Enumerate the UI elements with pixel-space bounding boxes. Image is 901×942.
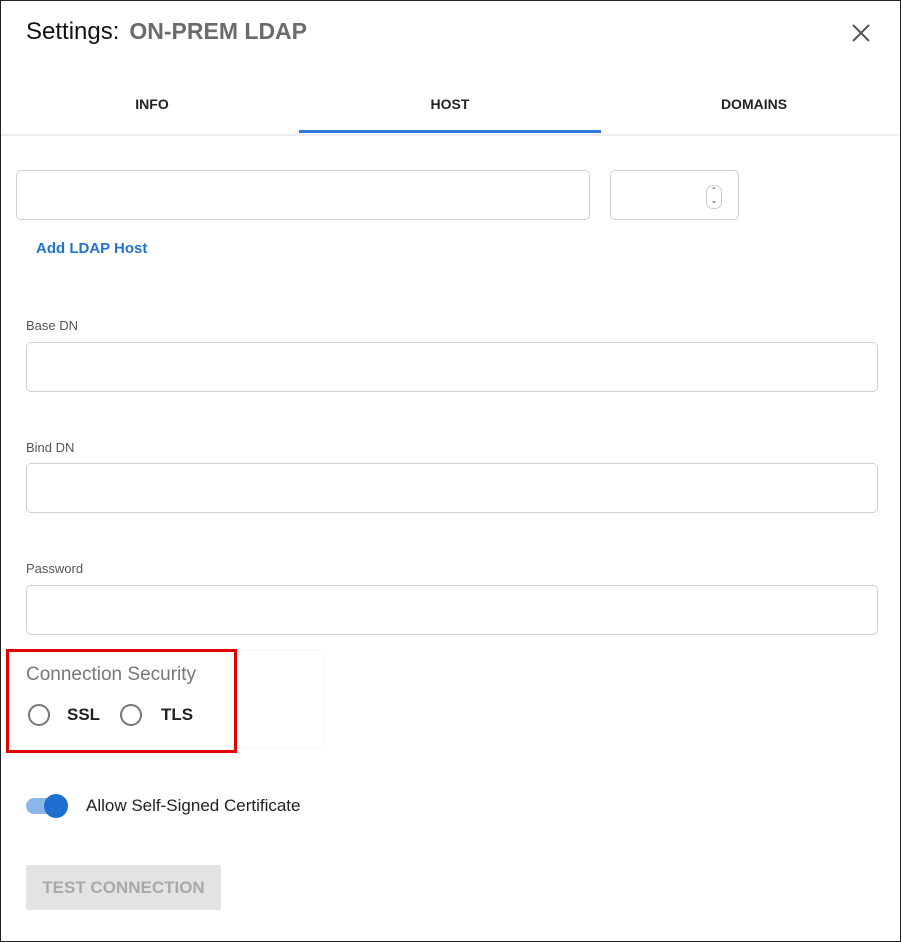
tab-info[interactable]: INFO <box>1 96 303 112</box>
tls-label: TLS <box>161 705 194 724</box>
add-ldap-host-link[interactable]: Add LDAP Host <box>36 240 147 257</box>
connection-name: ON-PREM LDAP <box>129 18 308 44</box>
ldap-host-input[interactable] <box>16 170 590 220</box>
base-dn-label: Base DN <box>26 318 79 333</box>
toggle-knob <box>44 794 68 818</box>
dialog-title: Settings: ON-PREM LDAP <box>26 18 307 46</box>
connection-security-label: Connection Security <box>26 664 197 685</box>
bind-dn-label: Bind DN <box>26 440 75 455</box>
password-label: Password <box>26 561 84 576</box>
password-input[interactable] <box>26 585 878 635</box>
bind-dn-input[interactable] <box>26 463 878 513</box>
tls-radio[interactable] <box>120 704 142 726</box>
ssl-radio[interactable] <box>28 704 50 726</box>
port-stepper-icon[interactable]: ⌃ ⌄ <box>706 185 722 209</box>
hidden-security-option <box>234 650 324 748</box>
title-text: Settings: <box>26 18 120 45</box>
base-dn-input[interactable] <box>26 342 878 392</box>
test-connection-button[interactable]: TEST CONNECTION <box>26 865 221 910</box>
ssl-label: SSL <box>67 705 101 724</box>
tab-host[interactable]: HOST <box>299 96 601 133</box>
tab-domains[interactable]: DOMAINS <box>603 96 901 112</box>
self-signed-label: Allow Self-Signed Certificate <box>86 796 301 815</box>
close-icon[interactable] <box>848 20 874 46</box>
tab-bar: INFO HOST DOMAINS <box>1 80 899 136</box>
self-signed-toggle[interactable] <box>26 794 70 818</box>
